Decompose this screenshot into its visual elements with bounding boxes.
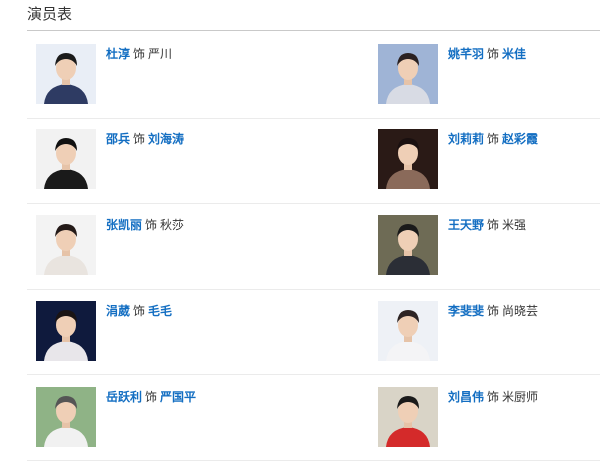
actor-name-link[interactable]: 邵兵 <box>106 132 130 146</box>
cast-info: 李斐斐饰尚晓芸 <box>448 303 538 319</box>
role-name: 米强 <box>502 218 527 232</box>
cast-item: 杜淳饰严川 <box>36 44 256 108</box>
cast-info: 王天野饰米强 <box>448 217 526 233</box>
actor-portrait-white-dress[interactable] <box>36 301 96 361</box>
as-label: 饰 <box>487 218 500 232</box>
as-label: 饰 <box>487 47 500 61</box>
cast-info: 姚芊羽饰米佳 <box>448 46 526 62</box>
actor-portrait-dress-suit[interactable] <box>36 44 96 104</box>
role-name-link[interactable]: 赵彩霞 <box>502 132 538 146</box>
role-name: 尚晓芸 <box>502 304 539 318</box>
role-name-link[interactable]: 毛毛 <box>148 304 172 318</box>
cast-item: 张凯丽饰秋莎 <box>36 215 256 279</box>
actor-portrait-gray-suit[interactable] <box>378 215 438 275</box>
actor-name-link[interactable]: 涓葳 <box>106 304 130 318</box>
actor-name-link[interactable]: 刘莉莉 <box>448 132 484 146</box>
cast-info: 杜淳饰严川 <box>106 46 172 62</box>
row-divider <box>27 289 600 290</box>
cast-info: 刘莉莉饰赵彩霞 <box>448 131 538 147</box>
as-label: 饰 <box>133 47 146 61</box>
actor-name-link[interactable]: 张凯丽 <box>106 218 142 232</box>
cast-info: 岳跃利饰严国平 <box>106 389 196 405</box>
as-label: 饰 <box>487 390 500 404</box>
role-name-link[interactable]: 严国平 <box>160 390 196 404</box>
role-name: 米厨师 <box>502 390 539 404</box>
as-label: 饰 <box>145 390 158 404</box>
cast-item: 姚芊羽饰米佳 <box>378 44 598 108</box>
cast-info: 刘昌伟饰米厨师 <box>448 389 538 405</box>
as-label: 饰 <box>145 218 158 232</box>
actor-name-link[interactable]: 王天野 <box>448 218 484 232</box>
actor-portrait-red-shirt[interactable] <box>378 387 438 447</box>
as-label: 饰 <box>133 304 146 318</box>
as-label: 饰 <box>133 132 146 146</box>
row-divider <box>27 118 600 119</box>
cast-item: 李斐斐饰尚晓芸 <box>378 301 598 365</box>
actor-portrait-dark-background[interactable] <box>378 129 438 189</box>
title-divider <box>27 30 600 31</box>
actor-portrait-updo[interactable] <box>378 44 438 104</box>
cast-item: 岳跃利饰严国平 <box>36 387 256 451</box>
cast-info: 张凯丽饰秋莎 <box>106 217 184 233</box>
cast-info: 涓葳饰毛毛 <box>106 303 172 319</box>
actor-name-link[interactable]: 李斐斐 <box>448 304 484 318</box>
section-title: 演员表 <box>27 5 73 23</box>
role-name: 严川 <box>148 47 173 61</box>
row-divider <box>27 460 600 461</box>
cast-item: 王天野饰米强 <box>378 215 598 279</box>
cast-item: 涓葳饰毛毛 <box>36 301 256 365</box>
actor-portrait-long-hair[interactable] <box>378 301 438 361</box>
role-name: 秋莎 <box>160 218 185 232</box>
role-name-link[interactable]: 刘海涛 <box>148 132 184 146</box>
cast-info: 邵兵饰刘海涛 <box>106 131 184 147</box>
actor-portrait-black-suit[interactable] <box>36 129 96 189</box>
row-divider <box>27 203 600 204</box>
cast-item: 刘昌伟饰米厨师 <box>378 387 598 451</box>
cast-list-panel: 演员表 杜淳饰严川 姚芊羽饰米佳 邵兵饰刘海涛 刘莉莉饰赵彩霞 张凯丽饰秋莎 王天野饰米强… <box>0 0 600 471</box>
cast-item: 刘莉莉饰赵彩霞 <box>378 129 598 193</box>
row-divider <box>27 374 600 375</box>
as-label: 饰 <box>487 304 500 318</box>
cast-item: 邵兵饰刘海涛 <box>36 129 256 193</box>
role-name-link[interactable]: 米佳 <box>502 47 526 61</box>
actor-name-link[interactable]: 岳跃利 <box>106 390 142 404</box>
actor-name-link[interactable]: 姚芊羽 <box>448 47 484 61</box>
actor-name-link[interactable]: 刘昌伟 <box>448 390 484 404</box>
actor-name-link[interactable]: 杜淳 <box>106 47 130 61</box>
actor-portrait-white-top[interactable] <box>36 215 96 275</box>
actor-portrait-white-shirt[interactable] <box>36 387 96 447</box>
as-label: 饰 <box>487 132 500 146</box>
